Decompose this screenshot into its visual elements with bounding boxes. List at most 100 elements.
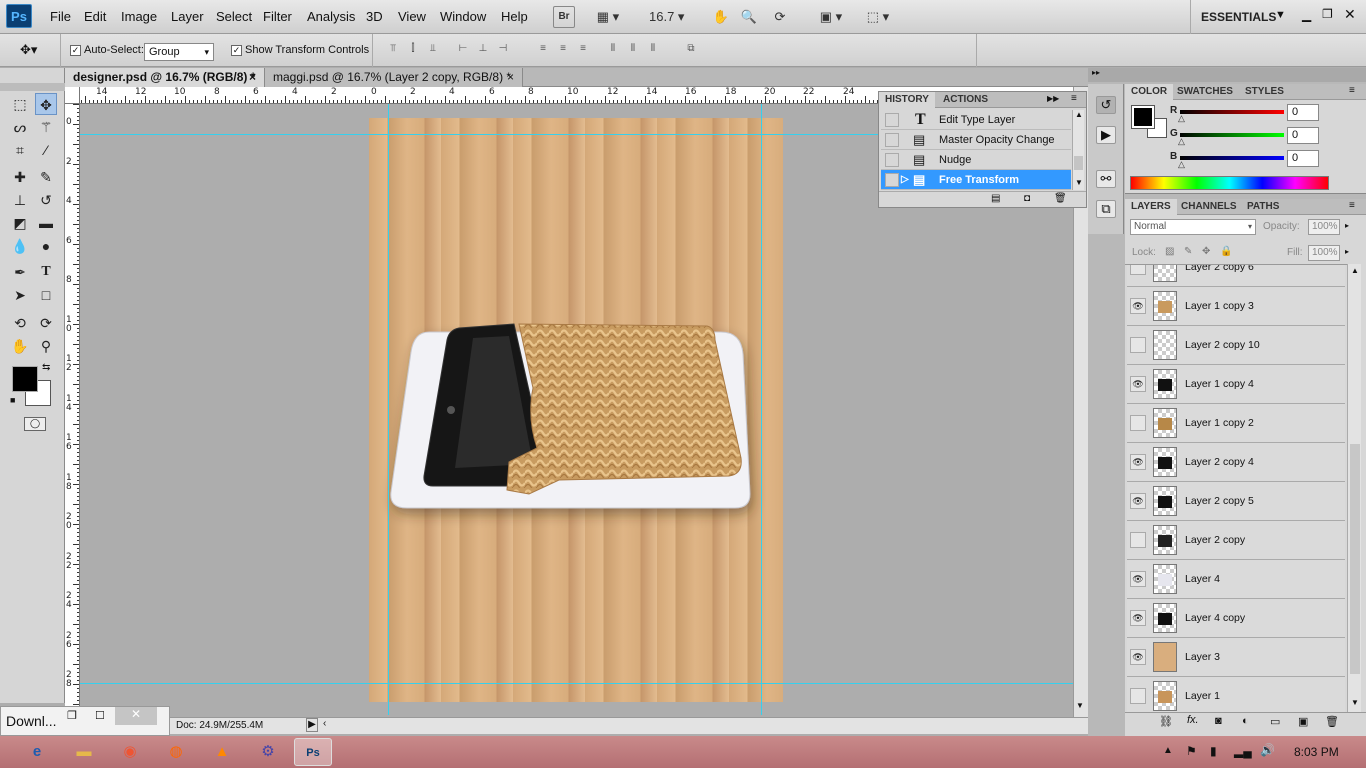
status-menu-icon[interactable]: ▶ (306, 718, 318, 732)
guide-horizontal[interactable] (80, 683, 1073, 684)
lasso-tool-icon[interactable]: ᔕ (9, 116, 31, 138)
layer-list-scrollbar[interactable]: ▲ ▼ (1347, 264, 1361, 712)
red-value-field[interactable]: 0 (1287, 104, 1319, 121)
download-notification[interactable]: Downl... ❐ ☐ ✕ (0, 706, 170, 736)
move-tool-icon[interactable]: ✥▾ (20, 42, 37, 58)
lock-pixels-icon[interactable]: ✎ (1184, 246, 1192, 257)
layer-row[interactable]: 👁 Layer 2 copy 4 (1127, 443, 1345, 482)
layer-row[interactable]: Layer 2 copy 10 (1127, 326, 1345, 365)
clone-stamp-icon[interactable]: ⊥ (9, 189, 31, 211)
file-explorer-icon[interactable]: ▬ (65, 738, 103, 766)
maximize-icon[interactable]: ☐ (95, 709, 105, 722)
visibility-toggle[interactable] (1130, 265, 1146, 275)
eye-icon[interactable]: 👁 (1130, 493, 1146, 509)
history-brush-source[interactable] (885, 133, 899, 147)
path-selection-icon[interactable]: ➤ (9, 284, 31, 306)
blue-value-field[interactable]: 0 (1287, 150, 1319, 167)
trash-icon[interactable]: 🗑 (1054, 193, 1067, 204)
menu-help[interactable]: Help (501, 9, 528, 24)
history-brush-source[interactable] (885, 173, 899, 187)
new-layer-icon[interactable]: ▣ (1298, 715, 1308, 728)
distribute-left-icon[interactable]: ⦀ (605, 43, 621, 57)
action-center-icon[interactable]: ⚑ (1186, 744, 1197, 758)
slider-handle-icon[interactable]: △ (1178, 159, 1185, 170)
adjustment-layer-icon[interactable]: ◐ (1242, 715, 1249, 727)
auto-align-icon[interactable]: ⧉ (683, 43, 699, 57)
eye-icon[interactable]: 👁 (1130, 571, 1146, 587)
menu-file[interactable]: File (50, 9, 71, 24)
brush-tool-icon[interactable]: ✎ (35, 166, 57, 188)
brush-panel-icon[interactable]: ⚯ (1096, 170, 1116, 188)
arrange-documents-icon[interactable]: ▣ ▾ (812, 6, 850, 28)
actions-panel-icon[interactable]: ▶ (1096, 126, 1116, 144)
panel-menu-icon[interactable]: ≡ (1349, 200, 1355, 211)
fill-field[interactable]: 100% (1308, 245, 1340, 261)
blend-mode-dropdown[interactable]: Normal ▾ (1130, 219, 1256, 235)
fx-icon[interactable]: fx. (1187, 714, 1199, 726)
visibility-toggle[interactable] (1130, 337, 1146, 353)
vlc-icon[interactable]: ▲ (203, 738, 241, 766)
visibility-toggle[interactable] (1130, 532, 1146, 548)
minimize-icon[interactable]: ▁ (1302, 8, 1311, 22)
close-icon[interactable]: ✕ (115, 707, 157, 725)
tab-color[interactable]: COLOR (1125, 84, 1174, 100)
crop-tool-icon[interactable]: ⌗ (9, 139, 31, 161)
eye-icon[interactable]: 👁 (1130, 649, 1146, 665)
green-slider[interactable] (1180, 133, 1284, 137)
history-brush-source[interactable] (885, 113, 899, 127)
menu-view[interactable]: View (398, 9, 426, 24)
menu-select[interactable]: Select (216, 9, 252, 24)
lock-transparency-icon[interactable]: ▨ (1165, 246, 1174, 257)
opacity-field[interactable]: 100% (1308, 219, 1340, 235)
auto-select-checkbox[interactable]: ✓ (70, 45, 81, 56)
layer-row[interactable]: Layer 2 copy 6 (1127, 265, 1345, 287)
move-tool-icon[interactable]: ✥ (35, 93, 57, 115)
network-icon[interactable]: ▂▄ (1234, 744, 1252, 758)
close-icon[interactable]: × (249, 68, 256, 87)
dock-collapse-icon[interactable]: ▸▸ (1088, 68, 1366, 82)
visibility-toggle[interactable] (1130, 688, 1146, 704)
layer-row[interactable]: 👁 Layer 1 copy 4 (1127, 365, 1345, 404)
menu-image[interactable]: Image (121, 9, 157, 24)
tab-maggi[interactable]: maggi.psd @ 16.7% (Layer 2 copy, RGB/8) … (265, 68, 523, 87)
scroll-up-icon[interactable]: ▲ (1075, 110, 1083, 119)
history-item[interactable]: ▤ Nudge (881, 150, 1071, 170)
add-mask-icon[interactable]: ◙ (1215, 715, 1222, 727)
scroll-left-icon[interactable]: ‹ (323, 718, 326, 729)
marquee-tool-icon[interactable]: ⬚ (9, 93, 31, 115)
history-scrollbar[interactable]: ▲ ▼ (1072, 110, 1084, 190)
scroll-thumb[interactable] (1074, 156, 1083, 170)
swap-colors-icon[interactable]: ⇆ (42, 362, 50, 373)
chrome-icon[interactable]: ◉ (111, 738, 149, 766)
layer-row[interactable]: 👁 Layer 2 copy 5 (1127, 482, 1345, 521)
distribute-hcenter-icon[interactable]: ⦀ (625, 43, 641, 57)
zoom-icon[interactable]: 🔍 (738, 6, 760, 28)
3d-orbit-icon[interactable]: ⟳ (35, 312, 57, 334)
scroll-down-icon[interactable]: ▼ (1076, 701, 1084, 710)
restore-icon[interactable]: ❐ (1322, 7, 1333, 21)
tab-swatches[interactable]: SWATCHES (1171, 84, 1239, 100)
blue-slider[interactable] (1180, 156, 1284, 160)
new-document-from-state-icon[interactable]: ▤ (991, 193, 1000, 204)
workspace-dropdown-icon[interactable]: ▼ (1275, 9, 1286, 21)
lock-position-icon[interactable]: ✥ (1202, 246, 1210, 257)
lock-all-icon[interactable]: 🔒 (1220, 246, 1232, 257)
close-icon[interactable]: ✕ (1344, 6, 1356, 23)
zoom-tool-icon[interactable]: ⚲ (35, 335, 57, 357)
distribute-vcenter-icon[interactable]: ≡ (555, 43, 571, 57)
slider-handle-icon[interactable]: △ (1178, 113, 1185, 124)
eyedropper-icon[interactable]: ⁄ (35, 139, 57, 161)
layer-row[interactable]: Layer 1 (1127, 677, 1345, 712)
tab-designer[interactable]: designer.psd @ 16.7% (RGB/8) * × (65, 68, 265, 87)
eraser-tool-icon[interactable]: ◩ (9, 212, 31, 234)
firefox-icon[interactable]: ◍ (157, 738, 195, 766)
opacity-slider-icon[interactable]: ▸ (1345, 221, 1349, 230)
align-right-icon[interactable]: ⊣ (495, 43, 511, 57)
workspace-switcher[interactable]: ESSENTIALS (1201, 10, 1276, 24)
photoshop-taskbar-icon[interactable]: Ps (294, 738, 332, 766)
auto-select-dropdown[interactable]: Group ▾ (144, 43, 214, 61)
tab-channels[interactable]: CHANNELS (1175, 199, 1243, 215)
visibility-toggle[interactable] (1130, 415, 1146, 431)
distribute-top-icon[interactable]: ≡ (535, 43, 551, 57)
camera-raw-icon[interactable]: ▦ ▾ (590, 6, 626, 28)
